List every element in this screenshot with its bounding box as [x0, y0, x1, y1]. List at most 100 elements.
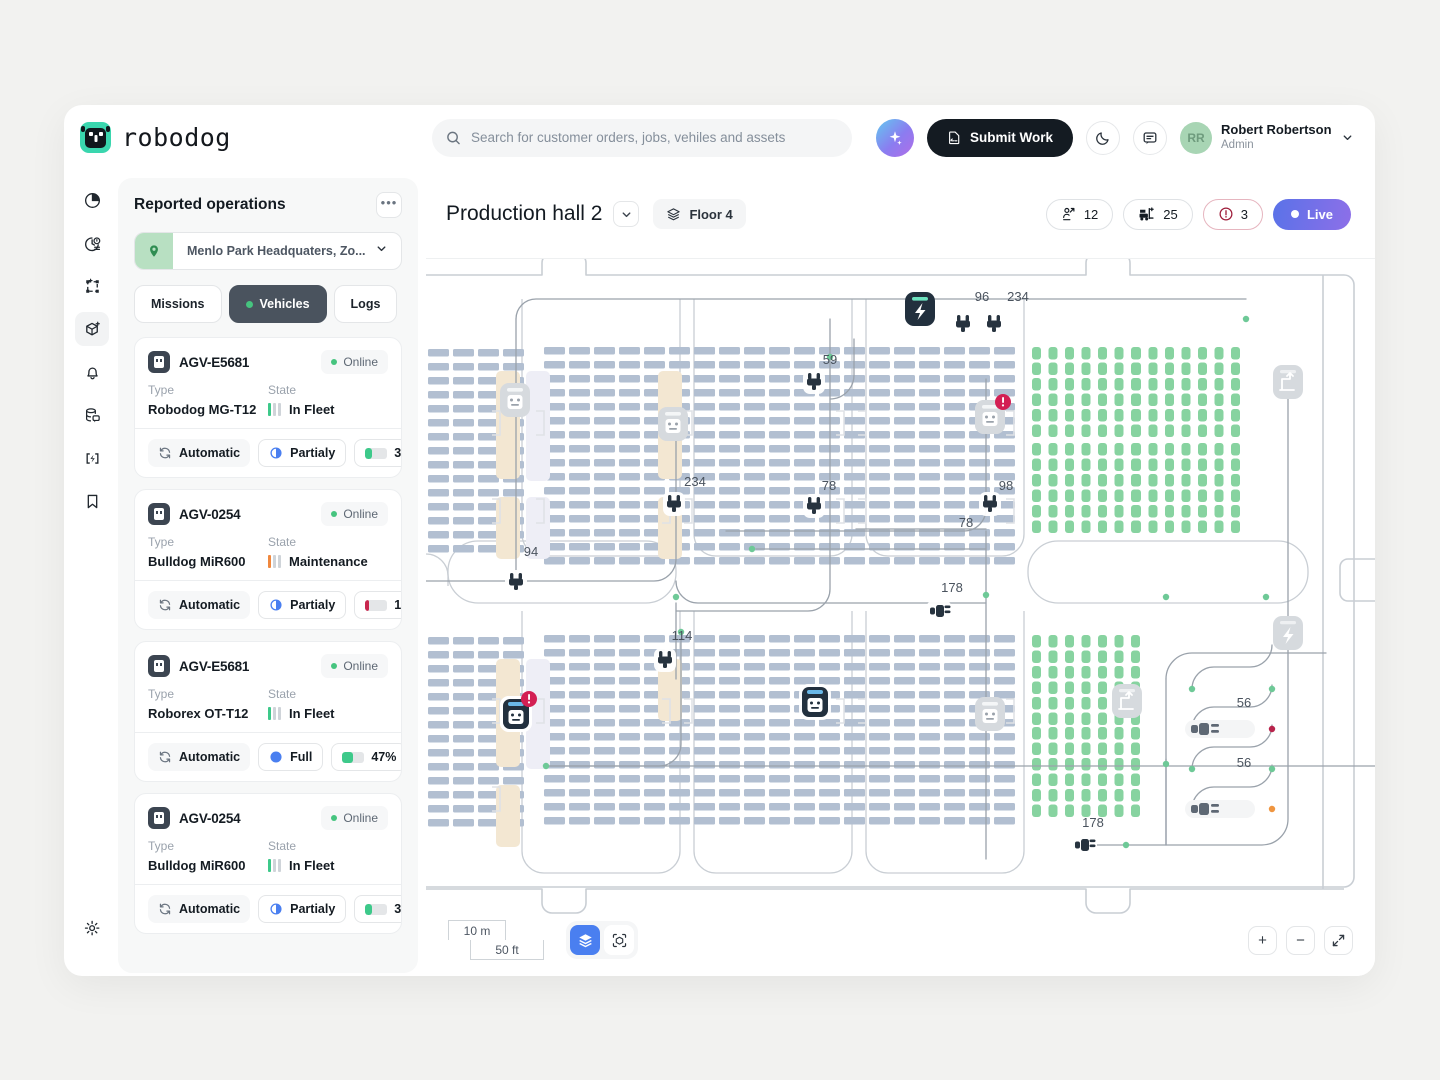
load-label: Partialy — [290, 598, 336, 612]
chat-bubble-icon — [1143, 131, 1157, 144]
tab-vehicles[interactable]: Vehicles — [228, 285, 327, 323]
robot-icon — [148, 503, 170, 525]
tab-logs-label: Logs — [350, 297, 381, 311]
map-node-label: 56 — [1237, 755, 1251, 770]
floorplan-canvas[interactable]: 96 234 59 234 78 98 78 94 178 114 56 56 178 — [426, 258, 1375, 976]
sidebar-item-charging[interactable] — [75, 441, 109, 475]
vehicle-card[interactable]: AGV-0254 Online Type Bulldog MiR600 Stat… — [134, 489, 402, 630]
layers-icon — [667, 207, 681, 220]
vehicle-type: Bulldog MiR600 — [148, 554, 246, 569]
sidebar-item-data[interactable] — [75, 398, 109, 432]
state-label: State — [268, 687, 297, 701]
tab-logs[interactable]: Logs — [333, 285, 398, 323]
full-circle-icon — [270, 751, 282, 763]
icon-rail — [64, 170, 120, 976]
map-node-label: 56 — [1237, 695, 1251, 710]
load-label: Partialy — [290, 446, 336, 460]
type-label: Type — [148, 687, 175, 701]
map-stats: 12 25 3 Live — [1045, 198, 1351, 230]
theme-toggle-button[interactable] — [1086, 120, 1121, 155]
battery-label: 32% — [394, 446, 402, 460]
battery-pill[interactable]: 32% — [354, 439, 402, 467]
load-pill[interactable]: Partialy — [258, 895, 347, 923]
map-title-dropdown-button[interactable] — [613, 201, 640, 227]
vehicle-state: Maintenance — [289, 554, 368, 569]
sparkle-icon[interactable] — [876, 118, 914, 157]
sidebar-item-saved[interactable] — [75, 484, 109, 518]
mode-pill[interactable]: Automatic — [148, 591, 251, 619]
sidebar-item-analytics[interactable] — [75, 183, 109, 217]
panel-title: Reported operations — [134, 196, 286, 213]
mode-pill[interactable]: Automatic — [148, 743, 251, 771]
load-pill[interactable]: Full — [258, 743, 324, 771]
alert-count-chip[interactable]: 3 — [1202, 198, 1263, 230]
mode-label: Automatic — [179, 902, 241, 916]
mode-pill[interactable]: Automatic — [148, 439, 251, 467]
mode-pill[interactable]: Automatic — [148, 895, 251, 923]
top-bar-actions: Submit Work RR Robert Robertson Admin — [876, 118, 1354, 157]
search-box[interactable] — [432, 118, 852, 157]
submit-work-button[interactable]: Submit Work — [927, 118, 1074, 157]
tab-missions-label: Missions — [151, 297, 205, 311]
tab-vehicles-label: Vehicles — [259, 297, 310, 311]
layers-toggle-button[interactable] — [570, 925, 600, 955]
chat-button[interactable] — [1133, 120, 1168, 155]
panel-menu-button[interactable]: ••• — [376, 192, 402, 218]
status-label: Online — [343, 811, 378, 825]
clock-alert-icon — [84, 236, 100, 251]
search-icon — [447, 131, 460, 144]
status-label: Online — [343, 507, 378, 521]
vehicle-card[interactable]: AGV-E5681 Online Type Roborex OT-T12 Sta… — [134, 641, 402, 782]
tab-missions[interactable]: Missions — [134, 285, 222, 323]
sidebar-item-incidents[interactable] — [75, 226, 109, 260]
3d-view-toggle-button[interactable] — [604, 925, 634, 955]
operations-header: Reported operations ••• — [134, 192, 402, 218]
floor-selector[interactable]: Floor 4 — [653, 199, 746, 229]
forklift-icon — [1139, 207, 1155, 221]
battery-pill[interactable]: 15% — [354, 591, 401, 619]
brand[interactable]: robodog — [64, 122, 424, 153]
people-count-chip[interactable]: 12 — [1045, 198, 1114, 230]
sidebar-item-zones[interactable] — [75, 269, 109, 303]
state-bars-icon — [268, 403, 281, 416]
cube-plus-icon — [85, 321, 100, 335]
map-node-label: 234 — [684, 474, 706, 489]
vehicle-card-footer: Automatic Partialy 15% — [135, 580, 401, 629]
vehicle-type: Bulldog MiR600 — [148, 858, 246, 873]
chevron-down-icon — [622, 211, 631, 217]
map-area: Production hall 2 Floor 4 12 25 3 Live 9… — [426, 170, 1375, 976]
vehicle-count-value: 25 — [1163, 206, 1178, 222]
load-pill[interactable]: Partialy — [258, 439, 347, 467]
vehicle-card-footer: Automatic Full 47% — [135, 732, 401, 781]
map-node-label: 78 — [959, 515, 973, 530]
layers-icon — [578, 933, 592, 947]
sidebar-item-assets[interactable] — [75, 312, 109, 346]
vehicle-card-body: AGV-E5681 Online Type Robodog MG-T12 Sta… — [135, 338, 401, 428]
battery-pill[interactable]: 32% — [354, 895, 401, 923]
sidebar-item-settings[interactable] — [75, 911, 109, 945]
reported-operations-panel: Reported operations ••• Menlo Park Headq… — [118, 178, 418, 973]
fullscreen-button[interactable] — [1324, 925, 1353, 955]
battery-pill[interactable]: 47% — [331, 743, 401, 771]
cube-scan-icon — [612, 933, 626, 947]
brand-name: robodog — [122, 123, 231, 152]
user-menu[interactable]: RR Robert Robertson Admin — [1180, 121, 1354, 154]
map-node-label: 178 — [941, 580, 963, 595]
mode-label: Automatic — [179, 446, 241, 460]
expand-icon — [1332, 934, 1345, 946]
submit-work-label: Submit Work — [970, 130, 1054, 145]
zoom-out-button[interactable]: − — [1286, 925, 1315, 955]
load-pill[interactable]: Partialy — [258, 591, 347, 619]
live-toggle-button[interactable]: Live — [1272, 198, 1351, 230]
robodog-logo-icon — [80, 122, 111, 153]
status-label: Online — [343, 355, 378, 369]
vehicle-card[interactable]: AGV-0254 Online Type Bulldog MiR600 Stat… — [134, 793, 402, 934]
sidebar-item-notifications[interactable] — [75, 355, 109, 389]
zoom-in-button[interactable]: + — [1248, 925, 1277, 955]
vehicle-count-chip[interactable]: 25 — [1123, 198, 1193, 230]
vehicle-card[interactable]: AGV-E5681 Online Type Robodog MG-T12 Sta… — [134, 337, 402, 478]
search-input[interactable] — [470, 130, 838, 145]
vehicle-list: AGV-E5681 Online Type Robodog MG-T12 Sta… — [134, 337, 402, 934]
map-footer: 10 m 50 ft + − — [426, 904, 1375, 976]
location-select[interactable]: Menlo Park Headquaters, Zo... — [134, 232, 402, 270]
